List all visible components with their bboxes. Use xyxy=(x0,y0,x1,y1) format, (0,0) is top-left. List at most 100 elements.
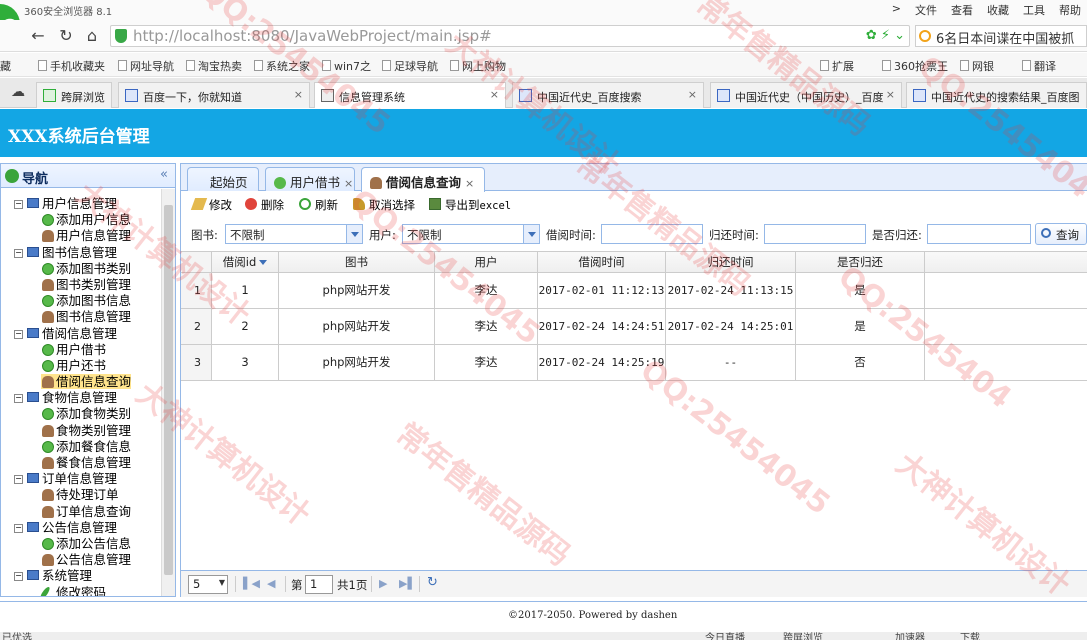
first-page-icon[interactable]: ▌◀ xyxy=(243,577,260,590)
reload-icon[interactable]: ↻ xyxy=(56,26,76,46)
page-size-select[interactable]: 5 xyxy=(188,575,228,594)
tree-group[interactable]: − 借阅信息管理 xyxy=(1,326,161,342)
favorites-item[interactable]: 手机收藏夹 xyxy=(38,58,105,74)
favorites-item[interactable]: 系统之家 xyxy=(254,58,310,74)
home-icon[interactable]: ⌂ xyxy=(82,26,102,46)
tree-item[interactable]: 图书信息管理 xyxy=(1,309,161,325)
browser-menu-view[interactable]: 查看 xyxy=(951,2,973,18)
tree-item[interactable]: 用户还书 xyxy=(1,358,161,374)
tree-item[interactable]: 订单信息查询 xyxy=(1,504,161,520)
edit-button[interactable]: 修改 xyxy=(190,197,232,213)
tree-group[interactable]: − 公告信息管理 xyxy=(1,520,161,536)
tree-item[interactable]: 用户借书 xyxy=(1,342,161,358)
collapse-minus-icon[interactable]: − xyxy=(14,572,23,582)
status-item[interactable]: 加速器 xyxy=(895,632,925,640)
favorites-item[interactable]: win7之 xyxy=(322,58,371,74)
tree-item[interactable]: 用户信息管理 xyxy=(1,228,161,244)
cancel-select-button[interactable]: 取消选择 xyxy=(353,197,415,213)
tab-borrow-query[interactable]: 借阅信息查询 × xyxy=(361,167,485,192)
favorites-item[interactable]: 翻译 xyxy=(1022,58,1056,74)
browser-tab[interactable]: 中国近代史_百度搜索 × xyxy=(512,82,704,108)
status-item[interactable]: 下载 xyxy=(960,632,980,640)
refresh-button[interactable]: 刷新 xyxy=(299,197,338,213)
sidebar-scrollbar[interactable] xyxy=(161,189,175,596)
tree-item[interactable]: 借阅信息查询 xyxy=(1,374,161,390)
cloud-icon[interactable]: ☁ xyxy=(8,82,28,102)
close-icon[interactable]: × xyxy=(294,88,303,101)
browser-tab-active[interactable]: 信息管理系统 × xyxy=(314,82,506,108)
favorites-item[interactable]: 足球导航 xyxy=(382,58,438,74)
delete-button[interactable]: 删除 xyxy=(245,197,284,213)
scrollbar-thumb[interactable] xyxy=(164,205,173,575)
favorites-item[interactable]: 网址导航 xyxy=(118,58,174,74)
query-button[interactable]: 查询 xyxy=(1035,223,1087,245)
browser-search-box[interactable]: 6名日本间谍在中国被抓 xyxy=(915,25,1087,47)
next-page-icon[interactable]: ▶ xyxy=(379,577,387,590)
borrow-time-input[interactable] xyxy=(601,224,703,244)
returned-input[interactable] xyxy=(927,224,1031,244)
page-number-input[interactable]: 1 xyxy=(305,575,333,594)
prev-page-icon[interactable]: ◀ xyxy=(267,577,275,590)
col-header-returned[interactable]: 是否归还 xyxy=(796,252,925,272)
favorites-item[interactable]: 淘宝热卖 xyxy=(186,58,242,74)
user-filter-select[interactable]: 不限制 xyxy=(402,224,540,244)
tree-group[interactable]: − 图书信息管理 xyxy=(1,245,161,261)
back-arrow-icon[interactable]: ← xyxy=(28,26,48,46)
browser-menu-file[interactable]: 文件 xyxy=(915,2,937,18)
favorites-item[interactable]: 网银 xyxy=(960,58,994,74)
tree-item[interactable]: 添加用户信息 xyxy=(1,212,161,228)
tree-group[interactable]: − 用户信息管理 xyxy=(1,196,161,212)
book-filter-select[interactable]: 不限制 xyxy=(225,224,363,244)
reload-page-icon[interactable]: ↻ xyxy=(427,575,438,590)
browser-tab[interactable]: 跨屏浏览 xyxy=(36,82,112,108)
tree-group[interactable]: − 食物信息管理 xyxy=(1,390,161,406)
status-item[interactable]: 今日直播 xyxy=(705,632,745,640)
tree-item[interactable]: 添加图书信息 xyxy=(1,293,161,309)
address-tools-icon[interactable]: ✿ ⚡ ⌄ xyxy=(866,28,905,43)
browser-tab[interactable]: 中国近代史的搜索结果_百度图 xyxy=(906,82,1087,108)
browser-tab[interactable]: 百度一下，你就知道 × xyxy=(118,82,310,108)
favorites-item[interactable]: 360抢票王 xyxy=(882,58,948,74)
tree-item[interactable]: 餐食信息管理 xyxy=(1,455,161,471)
tree-item[interactable]: 待处理订单 xyxy=(1,487,161,503)
browser-menu-arrow[interactable]: > xyxy=(892,2,901,18)
close-icon[interactable]: × xyxy=(688,88,697,101)
tab-home[interactable]: 起始页 xyxy=(187,167,259,191)
tree-group[interactable]: − 订单信息管理 xyxy=(1,471,161,487)
col-header-return-time[interactable]: 归还时间 xyxy=(666,252,796,272)
tree-item[interactable]: 添加公告信息 xyxy=(1,536,161,552)
collapse-minus-icon[interactable]: − xyxy=(14,523,23,533)
status-item[interactable]: 跨屏浏览 xyxy=(783,632,823,640)
table-row[interactable]: 3 3 php网站开发 李达 2017-02-24 14:25:19 -- 否 xyxy=(181,345,1087,381)
collapse-minus-icon[interactable]: − xyxy=(14,329,23,339)
collapse-icon[interactable]: « xyxy=(160,167,168,182)
tree-item[interactable]: 添加图书类别 xyxy=(1,261,161,277)
tree-item[interactable]: 添加食物类别 xyxy=(1,406,161,422)
browser-menu-favorites[interactable]: 收藏 xyxy=(987,2,1009,18)
tree-item[interactable]: 添加餐食信息 xyxy=(1,439,161,455)
favorites-item[interactable]: 网上购物 xyxy=(450,58,506,74)
address-bar[interactable]: http://localhost:8080/JavaWebProject/mai… xyxy=(110,25,910,47)
table-row[interactable]: 2 2 php网站开发 李达 2017-02-24 14:24:51 2017-02-24… xyxy=(181,309,1087,345)
last-page-icon[interactable]: ▶▌ xyxy=(399,577,416,590)
tab-user-borrow[interactable]: 用户借书 × xyxy=(265,167,355,191)
collapse-minus-icon[interactable]: − xyxy=(14,475,23,485)
collapse-minus-icon[interactable]: − xyxy=(14,248,23,258)
close-icon[interactable]: × xyxy=(490,88,499,101)
col-header-user[interactable]: 用户 xyxy=(435,252,538,272)
browser-tab[interactable]: 中国近代史（中国历史）_百度 × xyxy=(710,82,902,108)
collapse-minus-icon[interactable]: − xyxy=(14,394,23,404)
tree-item[interactable]: 图书类别管理 xyxy=(1,277,161,293)
table-row[interactable]: 1 1 php网站开发 李达 2017-02-01 11:12:13 2017-02-24… xyxy=(181,273,1087,309)
favorites-item[interactable]: 扩展 xyxy=(820,58,854,74)
return-time-input[interactable] xyxy=(764,224,866,244)
tree-item[interactable]: 公告信息管理 xyxy=(1,552,161,568)
close-icon[interactable]: × xyxy=(886,88,895,101)
tree-item[interactable]: 修改密码 xyxy=(1,585,161,596)
collapse-minus-icon[interactable]: − xyxy=(14,200,23,209)
col-header-id[interactable]: 借阅id xyxy=(212,252,279,272)
col-header-book[interactable]: 图书 xyxy=(279,252,435,272)
tree-item[interactable]: 食物类别管理 xyxy=(1,423,161,439)
favorites-item[interactable]: 藏 xyxy=(0,58,11,74)
close-icon[interactable]: × xyxy=(344,177,353,190)
